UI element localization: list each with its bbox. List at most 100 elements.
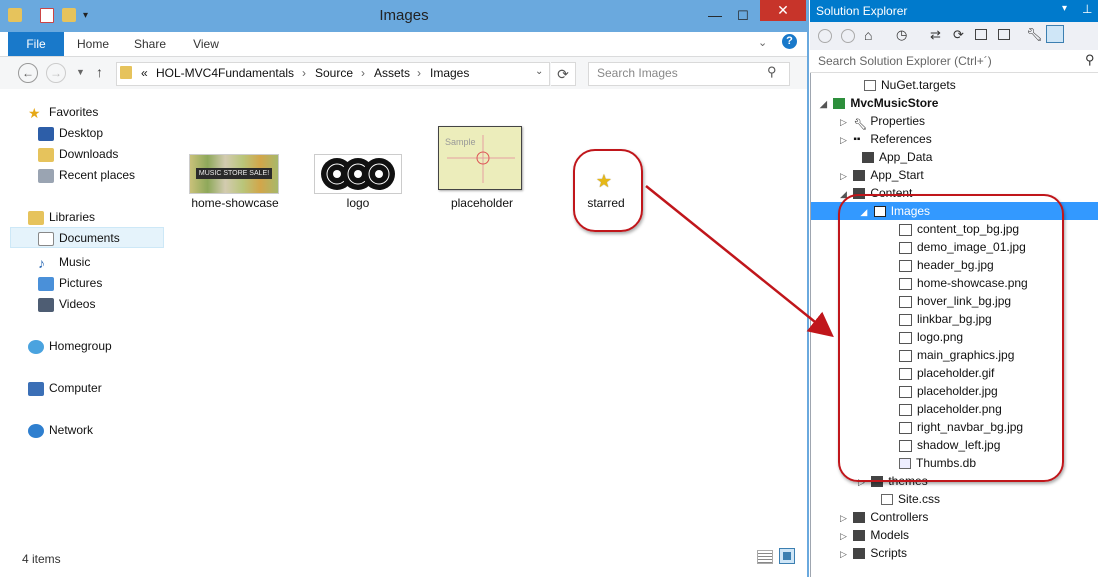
tree-item-references[interactable]: ▷ ▪▪ References [840, 130, 932, 148]
expand-arrow-icon[interactable]: ▷ [840, 527, 850, 545]
window-title: Images [379, 7, 429, 24]
nav-desktop[interactable]: Desktop [38, 123, 103, 143]
refresh-icon[interactable]: ⟳ [953, 27, 964, 43]
expand-arrow-icon[interactable]: ▷ [840, 509, 850, 527]
address-folder-icon [120, 66, 132, 79]
sync-icon[interactable]: ⇄ [930, 27, 941, 43]
starred-highlight-circle [573, 149, 643, 232]
forward-button[interactable]: → [46, 63, 66, 83]
help-icon[interactable]: ? [782, 34, 797, 49]
css-file-icon [881, 494, 893, 506]
file-item-home-showcase[interactable]: MUSIC STORE SALE! home-showcase [185, 150, 285, 214]
expand-arrow-icon[interactable]: ▷ [840, 167, 850, 185]
close-button[interactable]: ✕ [760, 0, 806, 21]
nav-documents[interactable]: Documents [38, 228, 120, 248]
search-placeholder: Search Images [597, 66, 678, 80]
tab-file[interactable]: File [8, 32, 64, 56]
nav-libraries[interactable]: Libraries [28, 207, 95, 227]
tree-item-app-start[interactable]: ▷ App_Start [840, 166, 924, 184]
tree-item-properties[interactable]: ▷ 🔧︎ Properties [840, 112, 925, 132]
computer-icon [28, 381, 44, 396]
pin-icon[interactable]: ⊥ [1082, 2, 1092, 16]
window-border [807, 0, 809, 577]
nav-music[interactable]: ♪ Music [38, 252, 90, 272]
back-icon[interactable] [818, 29, 832, 43]
status-bar [0, 545, 808, 575]
minimize-button[interactable]: — [702, 6, 728, 26]
expand-arrow-icon[interactable]: ▷ [840, 131, 850, 149]
tree-item-models[interactable]: ▷ Models [840, 526, 909, 544]
maximize-button[interactable]: ☐ [730, 6, 756, 26]
pane-menu-icon[interactable]: ▾ [1062, 3, 1067, 14]
nav-favorites[interactable]: ★ Favorites [28, 102, 98, 122]
show-all-files-icon[interactable] [998, 29, 1010, 40]
documents-icon [38, 231, 54, 246]
breadcrumb-assets[interactable]: Assets [374, 66, 410, 80]
folder-icon [853, 170, 866, 182]
desktop-icon [38, 126, 54, 141]
solution-explorer-search-placeholder: Search Solution Explorer (Ctrl+´) [818, 54, 992, 68]
pending-changes-icon[interactable]: ◷ [896, 27, 907, 43]
nav-pictures[interactable]: Pictures [38, 273, 102, 293]
breadcrumb-sep: › [417, 66, 421, 80]
properties-wrench-icon[interactable]: 🔧︎ [1026, 27, 1043, 43]
downloads-icon [38, 147, 54, 162]
tree-item-project[interactable]: ◢ MvcMusicStore [820, 94, 938, 112]
web-project-icon [833, 98, 846, 110]
history-dropdown-icon[interactable]: ▼ [76, 67, 85, 77]
tab-share[interactable]: Share [126, 32, 174, 56]
crosshair-icon [447, 135, 515, 183]
breadcrumb-overflow[interactable]: « [141, 66, 148, 80]
solution-explorer-title-bar: Solution Explorer [810, 0, 1098, 22]
home-showcase-thumbnail: MUSIC STORE SALE! [189, 154, 279, 194]
breadcrumb-source[interactable]: Source [315, 66, 353, 80]
file-item-logo[interactable]: logo [308, 150, 408, 214]
breadcrumb-sep: › [361, 66, 365, 80]
expand-arrow-icon[interactable]: ▷ [840, 548, 850, 563]
tree-item-scripts[interactable]: ▷ Scripts [840, 548, 907, 562]
wrench-icon: 🔧︎ [853, 119, 868, 132]
large-icons-view-icon[interactable] [779, 548, 795, 564]
nav-videos[interactable]: Videos [38, 294, 95, 314]
nav-recent[interactable]: Recent places [38, 165, 135, 185]
refresh-button[interactable]: ⟳ [551, 62, 576, 86]
up-button[interactable]: ↑ [96, 64, 103, 80]
folder-icon [853, 530, 866, 542]
videos-icon [38, 297, 54, 312]
tab-home[interactable]: Home [70, 32, 116, 56]
solution-explorer-title: Solution Explorer [816, 4, 908, 18]
home-icon[interactable]: ⌂ [864, 27, 872, 43]
forward-icon[interactable] [841, 29, 855, 43]
expand-arrow-icon[interactable]: ▷ [840, 113, 850, 131]
file-item-placeholder[interactable]: Sample placeholder [432, 122, 532, 214]
search-icon[interactable]: ⚲ [1085, 52, 1095, 68]
file-name-logo: logo [346, 196, 370, 210]
folder-icon [862, 152, 874, 164]
tree-item-site-css[interactable]: Site.css [881, 490, 940, 508]
breadcrumb-images[interactable]: Images [430, 66, 469, 80]
breadcrumb-sep: › [302, 66, 306, 80]
breadcrumb-hol[interactable]: HOL-MVC4Fundamentals [156, 66, 294, 80]
nav-homegroup[interactable]: Homegroup [28, 336, 112, 356]
collapse-arrow-icon[interactable]: ◢ [820, 95, 830, 113]
recent-places-icon [38, 168, 54, 183]
collapse-all-icon[interactable] [975, 29, 987, 40]
ribbon-expand-icon[interactable]: ⌄ [758, 36, 767, 49]
images-highlight-box [838, 194, 1064, 482]
nav-computer[interactable]: Computer [28, 378, 102, 398]
tab-view[interactable]: View [182, 32, 230, 56]
tree-item-app-data[interactable]: App_Data [850, 148, 932, 166]
nav-network[interactable]: Network [28, 420, 93, 440]
search-icon[interactable]: ⚲ [767, 64, 777, 80]
preview-selected-items-icon[interactable] [1046, 25, 1064, 43]
tree-item-controllers[interactable]: ▷ Controllers [840, 508, 928, 526]
tree-item-nuget-targets[interactable]: NuGet.targets [864, 76, 956, 94]
home-showcase-banner: MUSIC STORE SALE! [196, 168, 272, 179]
star-icon: ★ [28, 104, 41, 121]
homegroup-icon [28, 339, 44, 354]
details-view-icon[interactable] [757, 550, 773, 564]
address-dropdown-icon[interactable]: ⌄ [535, 66, 543, 77]
back-button[interactable]: ← [18, 63, 38, 83]
nav-downloads[interactable]: Downloads [38, 144, 118, 164]
folder-icon [853, 548, 866, 560]
